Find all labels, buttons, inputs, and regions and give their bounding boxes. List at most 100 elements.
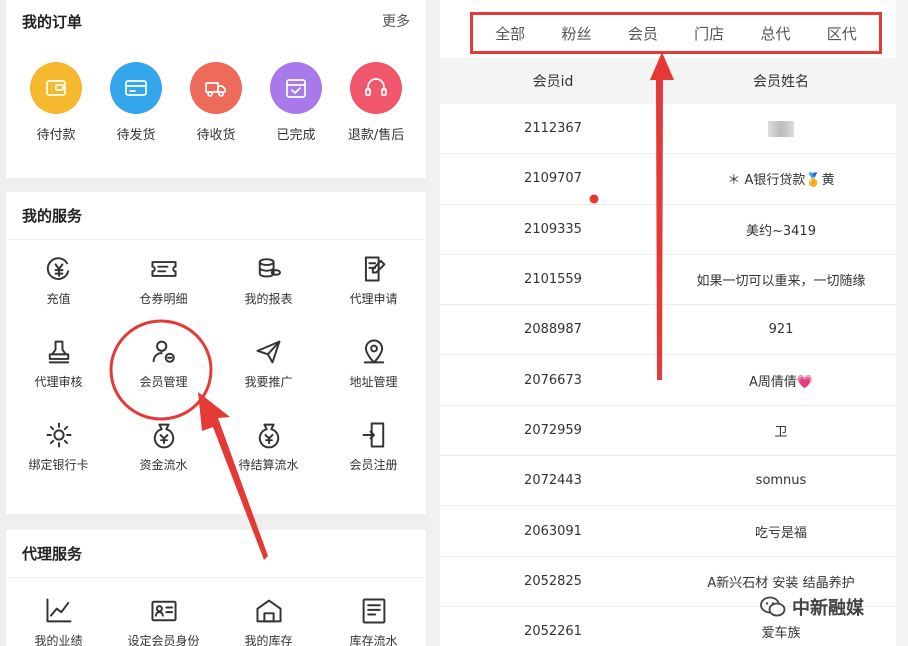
filter-tab-3[interactable]: 门店 [694,23,724,44]
member-name-cell: A新兴石材 安装 结晶养护 [707,575,855,591]
member-row[interactable]: 2072443 somnus [440,456,896,507]
member-row[interactable]: 2072959 卫 [440,406,896,457]
member-table-header: 会员id 会员姓名 [440,58,896,104]
wechat-icon [760,596,786,617]
service-register-door[interactable]: 会员注册 [321,420,426,473]
service-label: 充值 [46,292,71,306]
watermark: 中新融媒 [760,594,864,620]
filter-tab-1[interactable]: 粉丝 [561,23,591,44]
filter-tab-5[interactable]: 区代 [827,23,857,44]
order-status-0[interactable]: 待付款 [28,62,84,143]
service-document-edit[interactable]: 代理申请 [321,254,426,307]
agent-services-title: 代理服务 [22,545,83,563]
service-coin-stack[interactable]: 我的报表 [216,254,321,307]
my-services-header: 我的服务 [6,192,426,240]
order-status-circle [350,62,402,114]
member-id-cell: 2052261 [524,624,582,640]
member-center-panel: 我的订单 更多 待付款 待发货 待收货 已完成 退款/售后 我的服务 充值 仓券明细 我的报… [0,0,428,646]
headset-icon [365,78,387,96]
member-id-cell: 2088987 [524,322,582,338]
money-bag-icon [153,423,174,449]
member-row[interactable]: 2063091 吃亏是福 [440,506,896,557]
service-label: 代理审核 [34,375,83,389]
member-id-cell: 2072959 [524,422,582,438]
calendar-check-icon [286,79,306,98]
money-bag-pending-icon [258,423,279,449]
service-label: 绑定银行卡 [28,458,89,472]
filter-tab-2[interactable]: 会员 [628,23,658,44]
my-orders-card: 我的订单 更多 待付款 待发货 待收货 已完成 退款/售后 [6,0,426,178]
screenshot-root: 我的订单 更多 待付款 待发货 待收货 已完成 退款/售后 我的服务 充值 仓券明细 我的报… [0,0,908,646]
service-money-bag-pending[interactable]: 待结算流水 [216,420,321,473]
agent-services-card: 代理服务 我的业绩 设定会员身份 我的库存 库存流水 [6,530,426,646]
member-name-cell: 卫 [774,424,788,440]
member-id-cell: 2109335 [524,221,582,237]
member-id-cell: 2109707 [524,171,582,187]
right-edge-strip [896,0,908,646]
service-money-bag[interactable]: 资金流水 [111,420,216,473]
yen-coin-icon [46,257,69,280]
agent-service-id-card[interactable]: 设定会员身份 [111,596,216,646]
order-status-label: 待付款 [36,128,76,143]
member-row[interactable]: 2109335 美约~3419 [440,205,896,255]
stamp-icon [48,340,69,364]
member-name-cell [666,120,896,137]
order-status-3[interactable]: 已完成 [268,62,324,143]
agent-services-grid: 我的业绩 设定会员身份 我的库存 库存流水 [6,578,426,646]
order-status-4[interactable]: 退款/售后 [348,62,404,143]
member-id-cell: 2052825 [524,573,582,589]
service-label: 我的库存 [244,634,293,646]
member-row[interactable]: 2088987 921 [440,305,896,356]
service-member-manage[interactable]: 会员管理 [111,337,216,390]
member-name-cell: ＊ A银行贷款🏅黄 [727,173,835,189]
service-yen-coin[interactable]: 充值 [6,254,111,307]
id-card-icon [150,600,177,622]
service-label: 我要推广 [244,375,293,389]
service-gear-bank[interactable]: 绑定银行卡 [6,420,111,473]
warehouse-icon [255,599,282,623]
filter-tab-4[interactable]: 总代 [760,23,790,44]
service-label: 代理申请 [349,292,398,306]
agent-service-line-chart[interactable]: 我的业绩 [6,596,111,646]
watermark-text: 中新融媒 [792,598,864,619]
service-label: 资金流水 [139,458,188,472]
order-status-1[interactable]: 待发货 [108,62,164,143]
member-manage-icon [152,340,175,363]
my-orders-title: 我的订单 [22,12,83,31]
member-name-cell: somnus [755,473,807,489]
service-label: 库存流水 [349,634,398,646]
service-paper-plane[interactable]: 我要推广 [216,337,321,390]
more-orders-link[interactable]: 更多 [382,11,410,31]
document-edit-icon [364,256,385,282]
service-label: 我的业绩 [34,634,83,646]
member-id-cell: 2112367 [524,121,582,137]
card-icon [125,80,147,96]
member-row[interactable]: 2109707 ＊ A银行贷款🏅黄 [440,154,896,205]
filter-tab-0[interactable]: 全部 [495,23,525,44]
member-name-cell: 921 [768,322,794,338]
order-status-label: 退款/售后 [347,128,405,143]
member-id-column-header: 会员id [532,74,574,90]
service-label: 会员管理 [139,375,188,389]
my-services-title: 我的服务 [22,207,83,225]
agent-service-warehouse[interactable]: 我的库存 [216,596,321,646]
order-status-2[interactable]: 待收货 [188,62,244,143]
service-label: 仓券明细 [139,292,188,306]
agent-service-inventory-list[interactable]: 库存流水 [321,596,426,646]
member-name-cell: A周倩倩💗 [748,374,814,390]
order-status-label: 已完成 [276,128,316,143]
order-status-label: 待发货 [116,128,156,143]
service-label: 待结算流水 [238,458,299,472]
service-ticket[interactable]: 仓券明细 [111,254,216,307]
ticket-icon [150,261,177,277]
member-id-cell: 2101559 [524,272,582,288]
service-stamp[interactable]: 代理审核 [6,337,111,390]
register-door-icon [362,422,384,448]
paper-plane-icon [255,340,280,364]
service-location-pin[interactable]: 地址管理 [321,337,426,390]
member-id-cell: 2063091 [524,523,582,539]
member-row[interactable]: 2101559 如果一切可以重来，一切随缘 [440,255,896,306]
member-row[interactable]: 2076673 A周倩倩💗 [440,355,896,406]
member-row[interactable]: 2112367 [440,104,896,155]
order-status-circle [110,62,162,114]
